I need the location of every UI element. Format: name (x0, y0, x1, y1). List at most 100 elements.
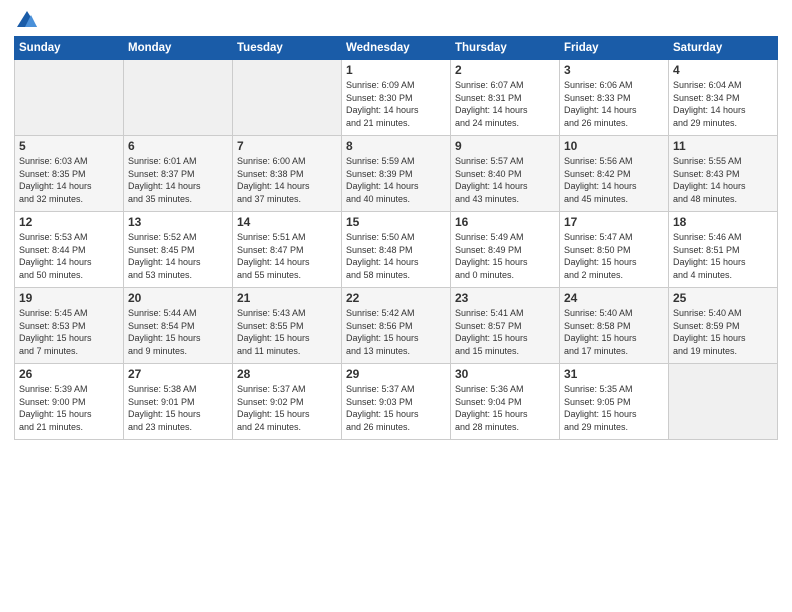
page-header (14, 10, 778, 28)
day-number: 15 (346, 215, 446, 229)
calendar-week-row: 12Sunrise: 5:53 AM Sunset: 8:44 PM Dayli… (15, 212, 778, 288)
day-info: Sunrise: 5:40 AM Sunset: 8:59 PM Dayligh… (673, 307, 773, 357)
day-number: 14 (237, 215, 337, 229)
day-info: Sunrise: 5:43 AM Sunset: 8:55 PM Dayligh… (237, 307, 337, 357)
day-info: Sunrise: 6:07 AM Sunset: 8:31 PM Dayligh… (455, 79, 555, 129)
column-header-friday: Friday (560, 37, 669, 60)
day-info: Sunrise: 5:41 AM Sunset: 8:57 PM Dayligh… (455, 307, 555, 357)
calendar-cell (15, 60, 124, 136)
calendar-cell: 18 Sunrise: 5:46 AM Sunset: 8:51 PM Dayli… (669, 212, 778, 288)
day-number: 4 (673, 63, 773, 77)
day-number: 24 (564, 291, 664, 305)
day-info: Sunrise: 5:37 AM Sunset: 9:02 PM Dayligh… (237, 383, 337, 433)
calendar-cell: 20 Sunrise: 5:44 AM Sunset: 8:54 PM Dayli… (124, 288, 233, 364)
column-header-tuesday: Tuesday (233, 37, 342, 60)
day-number: 7 (237, 139, 337, 153)
day-info: Sunrise: 5:50 AM Sunset: 8:48 PM Dayligh… (346, 231, 446, 281)
day-number: 16 (455, 215, 555, 229)
calendar-cell: 31 Sunrise: 5:35 AM Sunset: 9:05 PM Dayli… (560, 364, 669, 440)
day-info: Sunrise: 5:46 AM Sunset: 8:51 PM Dayligh… (673, 231, 773, 281)
calendar-cell: 14 Sunrise: 5:51 AM Sunset: 8:47 PM Dayli… (233, 212, 342, 288)
day-info: Sunrise: 5:44 AM Sunset: 8:54 PM Dayligh… (128, 307, 228, 357)
day-info: Sunrise: 5:57 AM Sunset: 8:40 PM Dayligh… (455, 155, 555, 205)
day-info: Sunrise: 5:42 AM Sunset: 8:56 PM Dayligh… (346, 307, 446, 357)
calendar-cell: 2Sunrise: 6:07 AM Sunset: 8:31 PM Daylig… (451, 60, 560, 136)
column-header-wednesday: Wednesday (342, 37, 451, 60)
calendar-cell: 1 Sunrise: 6:09 AM Sunset: 8:30 PM Daylig… (342, 60, 451, 136)
calendar-cell: 30 Sunrise: 5:36 AM Sunset: 9:04 PM Dayli… (451, 364, 560, 440)
calendar-table: SundayMondayTuesdayWednesdayThursdayFrid… (14, 36, 778, 440)
column-header-saturday: Saturday (669, 37, 778, 60)
calendar-week-row: 26 Sunrise: 5:39 AM Sunset: 9:00 PM Dayli… (15, 364, 778, 440)
day-info: Sunrise: 5:35 AM Sunset: 9:05 PM Dayligh… (564, 383, 664, 433)
logo-icon (16, 10, 38, 28)
day-info: Sunrise: 5:56 AM Sunset: 8:42 PM Dayligh… (564, 155, 664, 205)
day-number: 21 (237, 291, 337, 305)
calendar-week-row: 5Sunrise: 6:03 AM Sunset: 8:35 PM Daylig… (15, 136, 778, 212)
day-number: 25 (673, 291, 773, 305)
day-info: Sunrise: 5:53 AM Sunset: 8:44 PM Dayligh… (19, 231, 119, 281)
calendar-header-row: SundayMondayTuesdayWednesdayThursdayFrid… (15, 37, 778, 60)
day-info: Sunrise: 5:39 AM Sunset: 9:00 PM Dayligh… (19, 383, 119, 433)
day-number: 6 (128, 139, 228, 153)
day-number: 13 (128, 215, 228, 229)
calendar-cell (124, 60, 233, 136)
calendar-cell (669, 364, 778, 440)
calendar-cell: 8 Sunrise: 5:59 AM Sunset: 8:39 PM Daylig… (342, 136, 451, 212)
day-number: 17 (564, 215, 664, 229)
calendar-cell: 25 Sunrise: 5:40 AM Sunset: 8:59 PM Dayli… (669, 288, 778, 364)
calendar-cell: 15 Sunrise: 5:50 AM Sunset: 8:48 PM Dayli… (342, 212, 451, 288)
calendar-cell: 23 Sunrise: 5:41 AM Sunset: 8:57 PM Dayli… (451, 288, 560, 364)
day-number: 20 (128, 291, 228, 305)
calendar-cell: 21 Sunrise: 5:43 AM Sunset: 8:55 PM Dayli… (233, 288, 342, 364)
day-number: 23 (455, 291, 555, 305)
calendar-cell: 13 Sunrise: 5:52 AM Sunset: 8:45 PM Dayli… (124, 212, 233, 288)
day-number: 26 (19, 367, 119, 381)
day-info: Sunrise: 5:45 AM Sunset: 8:53 PM Dayligh… (19, 307, 119, 357)
column-header-monday: Monday (124, 37, 233, 60)
day-number: 9 (455, 139, 555, 153)
day-number: 18 (673, 215, 773, 229)
day-number: 27 (128, 367, 228, 381)
day-info: Sunrise: 5:51 AM Sunset: 8:47 PM Dayligh… (237, 231, 337, 281)
day-number: 1 (346, 63, 446, 77)
calendar-cell: 17Sunrise: 5:47 AM Sunset: 8:50 PM Dayli… (560, 212, 669, 288)
day-info: Sunrise: 5:52 AM Sunset: 8:45 PM Dayligh… (128, 231, 228, 281)
logo (14, 10, 38, 28)
calendar-cell: 26 Sunrise: 5:39 AM Sunset: 9:00 PM Dayli… (15, 364, 124, 440)
day-info: Sunrise: 6:09 AM Sunset: 8:30 PM Dayligh… (346, 79, 446, 129)
column-header-thursday: Thursday (451, 37, 560, 60)
day-info: Sunrise: 5:37 AM Sunset: 9:03 PM Dayligh… (346, 383, 446, 433)
day-number: 22 (346, 291, 446, 305)
day-number: 31 (564, 367, 664, 381)
day-info: Sunrise: 6:06 AM Sunset: 8:33 PM Dayligh… (564, 79, 664, 129)
day-info: Sunrise: 6:04 AM Sunset: 8:34 PM Dayligh… (673, 79, 773, 129)
calendar-cell: 5Sunrise: 6:03 AM Sunset: 8:35 PM Daylig… (15, 136, 124, 212)
day-number: 30 (455, 367, 555, 381)
calendar-cell: 28 Sunrise: 5:37 AM Sunset: 9:02 PM Dayli… (233, 364, 342, 440)
day-info: Sunrise: 5:36 AM Sunset: 9:04 PM Dayligh… (455, 383, 555, 433)
day-info: Sunrise: 5:49 AM Sunset: 8:49 PM Dayligh… (455, 231, 555, 281)
calendar-cell: 10 Sunrise: 5:56 AM Sunset: 8:42 PM Dayli… (560, 136, 669, 212)
day-info: Sunrise: 5:59 AM Sunset: 8:39 PM Dayligh… (346, 155, 446, 205)
column-header-sunday: Sunday (15, 37, 124, 60)
day-number: 11 (673, 139, 773, 153)
day-number: 28 (237, 367, 337, 381)
calendar-cell: 3 Sunrise: 6:06 AM Sunset: 8:33 PM Daylig… (560, 60, 669, 136)
calendar-cell: 27 Sunrise: 5:38 AM Sunset: 9:01 PM Dayli… (124, 364, 233, 440)
calendar-cell: 29Sunrise: 5:37 AM Sunset: 9:03 PM Dayli… (342, 364, 451, 440)
day-number: 10 (564, 139, 664, 153)
calendar-cell (233, 60, 342, 136)
day-number: 5 (19, 139, 119, 153)
calendar-cell: 16 Sunrise: 5:49 AM Sunset: 8:49 PM Dayli… (451, 212, 560, 288)
calendar-cell: 7Sunrise: 6:00 AM Sunset: 8:38 PM Daylig… (233, 136, 342, 212)
day-info: Sunrise: 5:38 AM Sunset: 9:01 PM Dayligh… (128, 383, 228, 433)
day-info: Sunrise: 5:40 AM Sunset: 8:58 PM Dayligh… (564, 307, 664, 357)
day-number: 3 (564, 63, 664, 77)
day-info: Sunrise: 5:55 AM Sunset: 8:43 PM Dayligh… (673, 155, 773, 205)
day-number: 8 (346, 139, 446, 153)
calendar-cell: 24 Sunrise: 5:40 AM Sunset: 8:58 PM Dayli… (560, 288, 669, 364)
day-info: Sunrise: 6:01 AM Sunset: 8:37 PM Dayligh… (128, 155, 228, 205)
calendar-week-row: 19Sunrise: 5:45 AM Sunset: 8:53 PM Dayli… (15, 288, 778, 364)
calendar-cell: 9 Sunrise: 5:57 AM Sunset: 8:40 PM Daylig… (451, 136, 560, 212)
